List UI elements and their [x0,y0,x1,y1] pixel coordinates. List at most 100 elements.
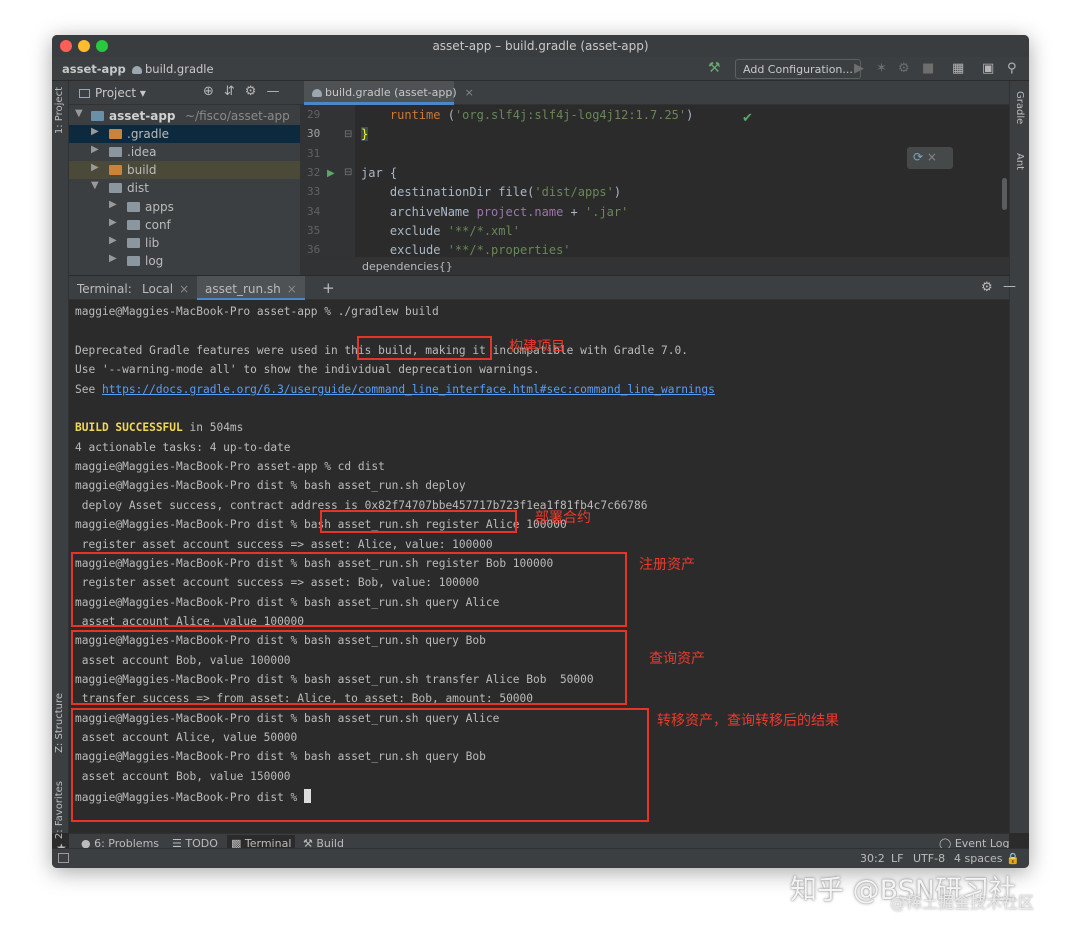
file-encoding[interactable]: UTF-8 [913,852,945,865]
code-text: exclude [389,243,448,257]
tree-item-dist[interactable]: ▼ dist [69,179,300,197]
new-terminal-tab-icon[interactable]: + [322,279,335,297]
editor-breadcrumb-bar: dependencies{} [300,257,1009,275]
terminal-tab-asset-run[interactable]: asset_run.sh × [197,276,305,301]
highlight-box-query [71,630,627,705]
structure-tool-tab[interactable]: Z: Structure [54,693,65,753]
close-tab-icon[interactable]: × [287,282,297,296]
search-icon[interactable]: ⚲ [1007,61,1017,76]
favorites-tool-tab[interactable]: 2: Favorites [54,781,65,839]
nav-file-crumb[interactable]: build.gradle [132,62,214,76]
close-tab-icon[interactable]: × [465,86,474,99]
inspection-ok-icon: ✔ [742,111,753,126]
code-editor[interactable]: runtime ('org.slf4j:slf4j-log4j12:1.7.25… [355,105,1009,257]
folder-icon [127,220,140,230]
tool-window-toggle-icon[interactable] [58,853,69,863]
ide-window: asset-app – build.gradle (asset-app) ass… [52,35,1029,868]
code-text: jar { [361,166,398,180]
tree-item-label: .gradle [127,127,170,141]
terminal-line: BUILD SUCCESSFUL in 504ms [75,421,243,434]
tree-item-apps[interactable]: ▶ apps [69,198,300,216]
ant-tool-tab[interactable]: Ant [1014,153,1025,170]
nav-project-crumb[interactable]: asset-app [62,62,126,76]
docs-link[interactable]: https://docs.gradle.org/6.3/userguide/co… [102,383,715,396]
chevron-right-icon: ▶ [109,199,117,210]
annotation-deploy: 部署合约 [535,510,591,526]
left-tool-stripe: 1: Project Z: Structure 2: Favorites ★ [52,81,69,855]
line-number: 34 [307,205,321,218]
terminal-tab-local[interactable]: Local × [134,276,197,301]
layout-icon[interactable]: ▣ [982,61,994,76]
code-line-35: exclude '**/*.xml' [361,224,520,238]
build-time: in 504ms [182,421,244,434]
fold-icon[interactable]: ⊟ [344,129,352,140]
editor-tab-build-gradle[interactable]: build.gradle (asset-app) × [304,81,474,105]
folder-icon [127,256,140,266]
project-structure-icon[interactable]: ▦ [952,61,964,76]
project-panel-header: Project ▾ ⊕⇵⚙— [69,81,300,105]
code-keyword: runtime [389,108,441,122]
tree-item-lib[interactable]: ▶ lib [69,234,300,252]
chevron-right-icon: ▶ [91,144,99,155]
tree-item-build[interactable]: ▶ build [69,161,300,179]
project-tool-tab[interactable]: 1: Project [54,87,65,134]
folder-icon [109,147,122,157]
build-hammer-icon[interactable]: ⚒ [708,60,721,76]
folder-icon [127,202,140,212]
tree-item-idea[interactable]: ▶ .idea [69,143,300,161]
watermark-juejin: @稀土掘金技术社区 [890,893,1035,912]
line-separator[interactable]: LF [891,852,903,865]
gradle-tool-tab[interactable]: Gradle [1014,91,1025,124]
indent-setting[interactable]: 4 spaces [954,852,1003,865]
line-number: 32 [307,166,321,179]
code-line-34: archiveName project.name + '.jar' [389,205,629,219]
code-property: project.name [476,205,564,219]
debug-icon[interactable]: ✶ [876,61,887,76]
breadcrumb[interactable]: dependencies{} [362,260,453,273]
editor-gutter: 29 30 31 32 ▶ ⊟ ⊟ 33 34 35 36 [300,105,355,257]
line-number: 36 [307,243,321,256]
gradle-load-changes-popup[interactable]: ⟳ × [907,147,953,169]
terminal-line: maggie@Maggies-MacBook-Pro dist % bash a… [75,479,466,492]
chevron-down-icon: ▼ [91,180,99,191]
navigation-bar: asset-app build.gradle ⚒ Add Configurati… [52,57,1029,81]
caret-position[interactable]: 30:2 [860,852,885,865]
tree-item-log[interactable]: ▶ log [69,252,300,270]
tree-item-asset-app[interactable]: ▼ asset-app ~/fisco/asset-app [69,107,300,125]
editor-tab-label: build.gradle (asset-app) [325,86,457,99]
code-string: '.jar' [585,205,629,219]
tree-item-gradle-dir[interactable]: ▶ .gradle [69,125,300,143]
coverage-icon[interactable]: ⚙ [898,61,910,76]
fold-icon[interactable]: ⊟ [344,167,352,178]
tree-item-label: dist [127,181,149,195]
minimize-icon[interactable]: — [1003,279,1016,294]
window-title: asset-app – build.gradle (asset-app) [432,39,649,53]
gradle-refresh-icon[interactable]: ⟳ [913,150,923,164]
project-view-icon [79,89,90,98]
close-popup-icon[interactable]: × [927,150,937,164]
terminal-line: maggie@Maggies-MacBook-Pro asset-app % .… [75,305,439,318]
code-brace: } [361,127,369,141]
terminal-line: See https://docs.gradle.org/6.3/userguid… [75,383,715,396]
project-view-label: Project [95,86,137,100]
tree-item-label: conf [145,218,171,232]
lock-icon[interactable]: 🔒 [1006,852,1020,865]
project-panel-tools[interactable]: ⊕⇵⚙— [203,84,289,99]
gear-icon[interactable]: ⚙ [981,280,993,295]
gradle-elephant-icon [132,65,142,74]
run-gutter-icon[interactable]: ▶ [327,168,335,179]
tree-item-label: build [127,163,157,177]
terminal-tab-label: Local [142,282,174,296]
add-configuration-button[interactable]: Add Configuration... [735,59,861,79]
run-icon[interactable]: ▶ [854,61,864,76]
stop-icon[interactable]: ■ [922,61,934,76]
terminal-output[interactable]: maggie@Maggies-MacBook-Pro asset-app % .… [69,300,1009,833]
close-tab-icon[interactable]: × [179,282,189,296]
tree-item-label: .idea [127,145,157,159]
code-line-29: runtime ('org.slf4j:slf4j-log4j12:1.7.25… [389,108,694,122]
highlight-box-build [357,336,492,360]
code-text: archiveName [389,205,477,219]
project-view-selector[interactable]: Project ▾ [79,86,146,100]
editor-scrollbar[interactable] [1002,178,1007,210]
tree-item-conf[interactable]: ▶ conf [69,216,300,234]
